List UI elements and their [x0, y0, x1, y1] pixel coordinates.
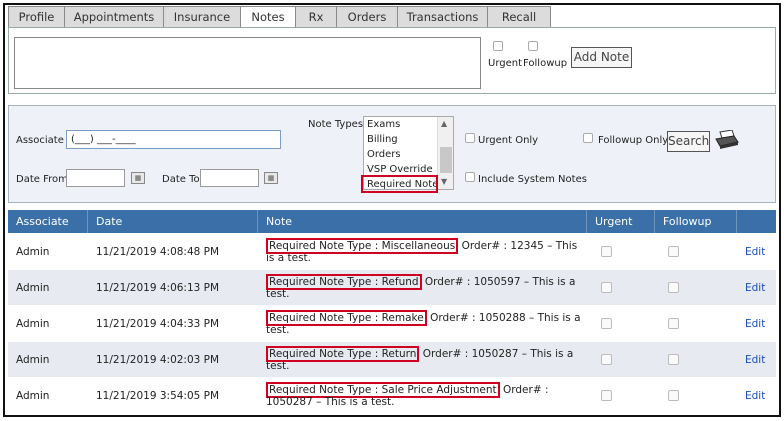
include-system-label: Include System Notes: [478, 174, 587, 185]
urgent-checkbox[interactable]: [493, 41, 503, 51]
row-note: Required Note Type : Miscellaneous Order…: [258, 234, 584, 270]
tab-recall[interactable]: Recall: [487, 6, 551, 27]
followup-label: Followup: [523, 58, 568, 69]
followup-checkbox[interactable]: [528, 41, 538, 51]
edit-link[interactable]: Edit: [737, 378, 765, 414]
row-date: 11/21/2019 3:54:05 PM: [96, 390, 220, 402]
row-note: Required Note Type : Refund Order# : 105…: [258, 270, 584, 306]
date-from-label: Date From: [16, 174, 68, 185]
column-header-date[interactable]: Date: [88, 210, 258, 233]
urgent-label: Urgent: [488, 58, 523, 69]
associate-input[interactable]: (___) ___-____: [66, 130, 281, 149]
grid-header: Associate Date Note Urgent Followup: [8, 210, 776, 233]
edit-link[interactable]: Edit: [737, 306, 765, 342]
column-header-urgent[interactable]: Urgent: [587, 210, 655, 233]
urgent-checkbox[interactable]: [601, 282, 612, 293]
urgent-only-checkbox[interactable]: [465, 133, 475, 143]
row-date: 11/21/2019 4:02:03 PM: [96, 354, 220, 366]
tab-appointments[interactable]: Appointments: [64, 6, 164, 27]
urgent-checkbox[interactable]: [601, 390, 612, 401]
edit-link[interactable]: Edit: [737, 270, 765, 306]
row-associate: Admin: [16, 390, 50, 402]
followup-only-checkbox[interactable]: [583, 133, 593, 143]
date-to-label: Date To: [162, 174, 200, 185]
column-header-actions: [737, 210, 776, 233]
followup-checkbox[interactable]: [668, 246, 679, 257]
column-header-associate[interactable]: Associate: [8, 210, 88, 233]
followup-checkbox[interactable]: [668, 282, 679, 293]
row-associate: Admin: [16, 354, 50, 366]
followup-checkbox[interactable]: [668, 354, 679, 365]
tab-profile[interactable]: Profile: [8, 6, 65, 27]
note-types-label: Note Types: [308, 119, 364, 130]
calendar-icon[interactable]: ▦: [264, 172, 278, 184]
table-row: Admin 11/21/2019 4:08:48 PM Required Not…: [8, 234, 776, 270]
row-date: 11/21/2019 4:06:13 PM: [96, 282, 220, 294]
row-note: Required Note Type : Sale Price Adjustme…: [258, 378, 584, 414]
tab-bar: Profile Appointments Insurance Notes Rx …: [8, 6, 551, 28]
row-associate: Admin: [16, 282, 50, 294]
row-date: 11/21/2019 4:08:48 PM: [96, 246, 220, 258]
scroll-up-icon[interactable]: ▲: [441, 119, 447, 128]
tab-notes[interactable]: Notes: [240, 6, 296, 28]
listbox-scrollbar[interactable]: ▲ ▼: [437, 117, 453, 189]
table-row: Admin 11/21/2019 3:54:05 PM Required Not…: [8, 378, 776, 414]
printer-icon[interactable]: [714, 129, 740, 150]
date-from-input[interactable]: [66, 169, 125, 187]
search-button[interactable]: Search: [667, 131, 710, 152]
add-note-button[interactable]: Add Note: [571, 47, 632, 68]
note-textarea[interactable]: [14, 37, 481, 89]
tab-orders[interactable]: Orders: [336, 6, 398, 27]
urgent-only-label: Urgent Only: [478, 135, 539, 146]
tab-transactions[interactable]: Transactions: [397, 6, 488, 27]
urgent-checkbox[interactable]: [601, 246, 612, 257]
highlight-box: [361, 175, 438, 193]
edit-link[interactable]: Edit: [737, 342, 765, 378]
followup-checkbox[interactable]: [668, 318, 679, 329]
row-date: 11/21/2019 4:04:33 PM: [96, 318, 220, 330]
edit-link[interactable]: Edit: [737, 234, 765, 270]
row-associate: Admin: [16, 318, 50, 330]
associate-label: Associate: [16, 135, 64, 146]
urgent-checkbox[interactable]: [601, 354, 612, 365]
followup-checkbox[interactable]: [668, 390, 679, 401]
scroll-down-icon[interactable]: ▼: [441, 177, 447, 186]
row-note: Required Note Type : Remake Order# : 105…: [258, 306, 584, 342]
calendar-icon[interactable]: ▦: [131, 172, 145, 184]
note-type-highlight: Required Note Type : Remake: [266, 310, 427, 326]
table-row: Admin 11/21/2019 4:02:03 PM Required Not…: [8, 342, 776, 378]
tab-rx[interactable]: Rx: [295, 6, 337, 27]
row-note: Required Note Type : Return Order# : 105…: [258, 342, 584, 378]
row-associate: Admin: [16, 246, 50, 258]
column-header-note[interactable]: Note: [258, 210, 587, 233]
tab-insurance[interactable]: Insurance: [163, 6, 241, 27]
urgent-checkbox[interactable]: [601, 318, 612, 329]
include-system-checkbox[interactable]: [465, 172, 475, 182]
table-row: Admin 11/21/2019 4:06:13 PM Required Not…: [8, 270, 776, 306]
table-row: Admin 11/21/2019 4:04:33 PM Required Not…: [8, 306, 776, 342]
notes-grid: Associate Date Note Urgent Followup Admi…: [8, 210, 776, 415]
followup-only-label: Followup Only: [598, 135, 669, 146]
date-to-input[interactable]: [200, 169, 259, 187]
scroll-thumb[interactable]: [440, 147, 452, 173]
column-header-followup[interactable]: Followup: [655, 210, 737, 233]
